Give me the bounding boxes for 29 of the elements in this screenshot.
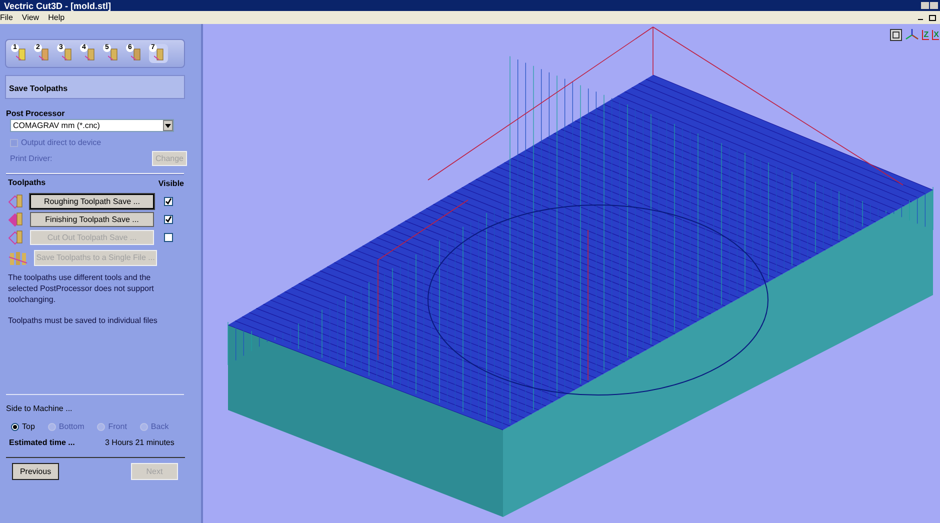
section-label: Toolpaths: [8, 177, 46, 189]
page-title: Save Toolpaths: [9, 83, 68, 95]
toolpath-icon: [8, 230, 25, 245]
menu-item[interactable]: View: [22, 12, 40, 24]
menu-item[interactable]: Help: [48, 12, 65, 24]
estimated-time-value: 3 Hours 21 minutes: [105, 437, 174, 449]
toolpaths-icon: [8, 250, 28, 266]
toolpath-icon: [8, 194, 25, 209]
restore-icon[interactable]: [929, 14, 936, 20]
toolpath-save-button[interactable]: Finishing Toolpath Save ...: [30, 212, 154, 227]
info-text: Toolpaths must be saved to individual files: [8, 315, 158, 326]
axes-icon[interactable]: [904, 28, 919, 42]
previous-button[interactable]: Previous: [12, 463, 59, 480]
toolpath-save-button[interactable]: Roughing Toolpath Save ...: [30, 194, 154, 209]
print-driver-label: Print Driver:: [10, 152, 52, 164]
column-label: Visible: [158, 178, 184, 190]
section-label: Side to Machine ...: [6, 403, 74, 415]
menu-item[interactable]: File: [0, 12, 13, 24]
post-processor-dropdown[interactable]: COMAGRAV mm (*.cnc): [10, 119, 174, 132]
radio-option[interactable]: Top: [11, 421, 35, 433]
zoom-extents-icon[interactable]: [890, 29, 902, 41]
visible-checkbox[interactable]: [164, 197, 173, 206]
checkbox-label: Output direct to device: [21, 137, 102, 149]
info-text: The toolpaths use different tools and the selected PostProcessor does not support toolchanging.: [8, 272, 155, 305]
section-label: Post Processor: [6, 108, 66, 118]
window-title: Vectric Cut3D - [mold.stl]: [3, 0, 112, 10]
visible-checkbox[interactable]: [164, 215, 173, 224]
toolpath-icon: [8, 212, 25, 227]
estimated-time-label: Estimated time ...: [9, 437, 76, 449]
